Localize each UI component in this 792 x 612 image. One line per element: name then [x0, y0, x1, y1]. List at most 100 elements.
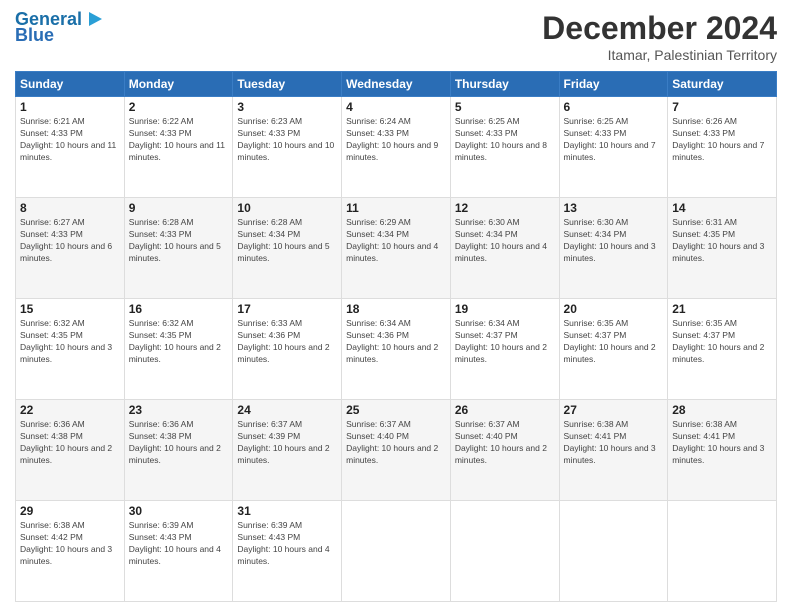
day-number: 20: [564, 302, 664, 316]
col-tuesday: Tuesday: [233, 72, 342, 97]
calendar-week-row: 1 Sunrise: 6:21 AMSunset: 4:33 PMDaylight…: [16, 97, 777, 198]
table-row: 22 Sunrise: 6:36 AMSunset: 4:38 PMDayligh…: [16, 400, 125, 501]
table-row: 14 Sunrise: 6:31 AMSunset: 4:35 PMDayligh…: [668, 198, 777, 299]
table-row: 13Sunrise: 6:30 AMSunset: 4:34 PMDayligh…: [559, 198, 668, 299]
calendar-week-row: 8 Sunrise: 6:27 AMSunset: 4:33 PMDaylight…: [16, 198, 777, 299]
logo: General Blue: [15, 10, 104, 46]
day-info: Sunrise: 6:30 AMSunset: 4:34 PMDaylight:…: [455, 217, 555, 265]
table-row: 3 Sunrise: 6:23 AMSunset: 4:33 PMDaylight…: [233, 97, 342, 198]
day-info: Sunrise: 6:38 AMSunset: 4:42 PMDaylight:…: [20, 520, 120, 568]
day-info: Sunrise: 6:37 AMSunset: 4:40 PMDaylight:…: [455, 419, 555, 467]
day-info: Sunrise: 6:32 AMSunset: 4:35 PMDaylight:…: [129, 318, 229, 366]
day-number: 11: [346, 201, 446, 215]
table-row: 12 Sunrise: 6:30 AMSunset: 4:34 PMDayligh…: [450, 198, 559, 299]
day-info: Sunrise: 6:25 AMSunset: 4:33 PMDaylight:…: [564, 116, 664, 164]
day-number: 18: [346, 302, 446, 316]
day-number: 4: [346, 100, 446, 114]
table-row: 27 Sunrise: 6:38 AMSunset: 4:41 PMDayligh…: [559, 400, 668, 501]
col-saturday: Saturday: [668, 72, 777, 97]
day-info: Sunrise: 6:33 AMSunset: 4:36 PMDaylight:…: [237, 318, 337, 366]
table-row: 1 Sunrise: 6:21 AMSunset: 4:33 PMDaylight…: [16, 97, 125, 198]
day-number: 9: [129, 201, 229, 215]
day-number: 6: [564, 100, 664, 114]
table-row: 16 Sunrise: 6:32 AMSunset: 4:35 PMDayligh…: [124, 299, 233, 400]
table-row: [342, 501, 451, 602]
day-info: Sunrise: 6:38 AMSunset: 4:41 PMDaylight:…: [564, 419, 664, 467]
day-info: Sunrise: 6:37 AMSunset: 4:40 PMDaylight:…: [346, 419, 446, 467]
day-info: Sunrise: 6:24 AMSunset: 4:33 PMDaylight:…: [346, 116, 446, 164]
day-number: 22: [20, 403, 120, 417]
day-number: 16: [129, 302, 229, 316]
day-number: 27: [564, 403, 664, 417]
day-info: Sunrise: 6:32 AMSunset: 4:35 PMDaylight:…: [20, 318, 120, 366]
calendar-header-row: Sunday Monday Tuesday Wednesday Thursday…: [16, 72, 777, 97]
table-row: 8 Sunrise: 6:27 AMSunset: 4:33 PMDaylight…: [16, 198, 125, 299]
col-friday: Friday: [559, 72, 668, 97]
day-info: Sunrise: 6:37 AMSunset: 4:39 PMDaylight:…: [237, 419, 337, 467]
header: General Blue December 2024 Itamar, Pales…: [15, 10, 777, 63]
table-row: 5 Sunrise: 6:25 AMSunset: 4:33 PMDaylight…: [450, 97, 559, 198]
day-number: 1: [20, 100, 120, 114]
col-monday: Monday: [124, 72, 233, 97]
month-title: December 2024: [542, 10, 777, 47]
col-sunday: Sunday: [16, 72, 125, 97]
table-row: 21Sunrise: 6:35 AMSunset: 4:37 PMDayligh…: [668, 299, 777, 400]
logo-arrow-icon: [84, 9, 104, 29]
day-number: 31: [237, 504, 337, 518]
location-title: Itamar, Palestinian Territory: [542, 47, 777, 63]
day-info: Sunrise: 6:28 AMSunset: 4:34 PMDaylight:…: [237, 217, 337, 265]
day-info: Sunrise: 6:25 AMSunset: 4:33 PMDaylight:…: [455, 116, 555, 164]
day-number: 2: [129, 100, 229, 114]
page: General Blue December 2024 Itamar, Pales…: [0, 0, 792, 612]
day-info: Sunrise: 6:21 AMSunset: 4:33 PMDaylight:…: [20, 116, 120, 164]
day-info: Sunrise: 6:39 AMSunset: 4:43 PMDaylight:…: [129, 520, 229, 568]
table-row: 26 Sunrise: 6:37 AMSunset: 4:40 PMDayligh…: [450, 400, 559, 501]
table-row: 23 Sunrise: 6:36 AMSunset: 4:38 PMDayligh…: [124, 400, 233, 501]
day-number: 24: [237, 403, 337, 417]
calendar-week-row: 15 Sunrise: 6:32 AMSunset: 4:35 PMDayligh…: [16, 299, 777, 400]
day-number: 8: [20, 201, 120, 215]
day-info: Sunrise: 6:34 AMSunset: 4:37 PMDaylight:…: [455, 318, 555, 366]
table-row: 20Sunrise: 6:35 AMSunset: 4:37 PMDayligh…: [559, 299, 668, 400]
day-info: Sunrise: 6:27 AMSunset: 4:33 PMDaylight:…: [20, 217, 120, 265]
day-number: 26: [455, 403, 555, 417]
day-number: 10: [237, 201, 337, 215]
day-number: 17: [237, 302, 337, 316]
table-row: 29Sunrise: 6:38 AMSunset: 4:42 PMDayligh…: [16, 501, 125, 602]
day-info: Sunrise: 6:29 AMSunset: 4:34 PMDaylight:…: [346, 217, 446, 265]
table-row: 24 Sunrise: 6:37 AMSunset: 4:39 PMDayligh…: [233, 400, 342, 501]
table-row: [559, 501, 668, 602]
calendar-table: Sunday Monday Tuesday Wednesday Thursday…: [15, 71, 777, 602]
table-row: [668, 501, 777, 602]
table-row: 10 Sunrise: 6:28 AMSunset: 4:34 PMDayligh…: [233, 198, 342, 299]
day-number: 25: [346, 403, 446, 417]
table-row: 18Sunrise: 6:34 AMSunset: 4:36 PMDayligh…: [342, 299, 451, 400]
day-number: 12: [455, 201, 555, 215]
day-number: 15: [20, 302, 120, 316]
day-number: 30: [129, 504, 229, 518]
day-number: 28: [672, 403, 772, 417]
table-row: 6 Sunrise: 6:25 AMSunset: 4:33 PMDaylight…: [559, 97, 668, 198]
day-number: 5: [455, 100, 555, 114]
table-row: 31Sunrise: 6:39 AMSunset: 4:43 PMDayligh…: [233, 501, 342, 602]
table-row: 30 Sunrise: 6:39 AMSunset: 4:43 PMDayligh…: [124, 501, 233, 602]
table-row: 9Sunrise: 6:28 AMSunset: 4:33 PMDaylight…: [124, 198, 233, 299]
day-info: Sunrise: 6:23 AMSunset: 4:33 PMDaylight:…: [237, 116, 337, 164]
day-number: 3: [237, 100, 337, 114]
day-info: Sunrise: 6:36 AMSunset: 4:38 PMDaylight:…: [129, 419, 229, 467]
table-row: 2Sunrise: 6:22 AMSunset: 4:33 PMDaylight…: [124, 97, 233, 198]
day-info: Sunrise: 6:31 AMSunset: 4:35 PMDaylight:…: [672, 217, 772, 265]
day-number: 23: [129, 403, 229, 417]
day-number: 14: [672, 201, 772, 215]
table-row: 17 Sunrise: 6:33 AMSunset: 4:36 PMDayligh…: [233, 299, 342, 400]
day-info: Sunrise: 6:35 AMSunset: 4:37 PMDaylight:…: [672, 318, 772, 366]
day-info: Sunrise: 6:30 AMSunset: 4:34 PMDaylight:…: [564, 217, 664, 265]
day-info: Sunrise: 6:26 AMSunset: 4:33 PMDaylight:…: [672, 116, 772, 164]
day-info: Sunrise: 6:38 AMSunset: 4:41 PMDaylight:…: [672, 419, 772, 467]
title-area: December 2024 Itamar, Palestinian Territ…: [542, 10, 777, 63]
table-row: [450, 501, 559, 602]
day-info: Sunrise: 6:36 AMSunset: 4:38 PMDaylight:…: [20, 419, 120, 467]
col-wednesday: Wednesday: [342, 72, 451, 97]
day-number: 7: [672, 100, 772, 114]
day-number: 19: [455, 302, 555, 316]
